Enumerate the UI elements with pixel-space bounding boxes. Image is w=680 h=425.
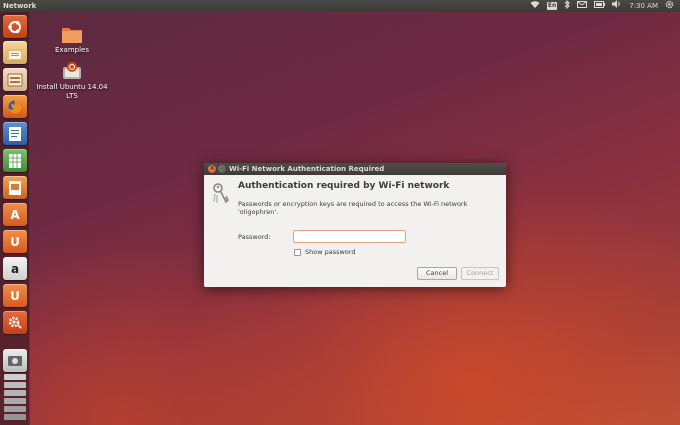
ubuntu-dash-icon[interactable] <box>3 15 27 38</box>
top-panel: Network En 7:30 AM <box>0 0 680 12</box>
dialog-heading: Authentication required by Wi-Fi network <box>238 181 450 191</box>
minimize-icon: – <box>220 164 224 172</box>
connect-button[interactable]: Connect <box>461 267 499 280</box>
software-center-icon[interactable]: A <box>3 203 27 226</box>
keyboard-layout-indicator[interactable]: En <box>546 2 558 10</box>
system-settings-icon[interactable] <box>3 311 27 334</box>
launcher-overflow-stack[interactable] <box>4 374 26 422</box>
volume-icon[interactable] <box>612 0 622 12</box>
bluetooth-icon[interactable] <box>564 0 570 13</box>
dialog-title: Wi-Fi Network Authentication Required <box>229 165 385 173</box>
file-manager-icon[interactable] <box>3 68 27 91</box>
password-keys-icon <box>213 183 230 204</box>
install-icon <box>63 62 81 79</box>
launcher: A U a U <box>0 12 30 425</box>
active-app-title: Network <box>3 2 37 10</box>
show-password-label[interactable]: Show password <box>305 248 355 256</box>
ubuntu-one-icon[interactable]: U <box>3 230 27 253</box>
files-icon[interactable] <box>3 41 27 64</box>
indicator-area: En 7:30 AM <box>530 0 674 12</box>
battery-icon[interactable] <box>594 0 606 12</box>
desktop-icon-examples[interactable]: Examples <box>32 24 112 55</box>
minimize-button[interactable]: – <box>218 164 226 173</box>
libreoffice-writer-icon[interactable] <box>3 122 27 145</box>
desktop-icon-label: Install Ubuntu 14.04 LTS <box>36 83 108 100</box>
libreoffice-impress-icon[interactable] <box>3 176 27 199</box>
folder-icon <box>62 28 82 43</box>
mail-icon[interactable] <box>577 0 588 12</box>
wifi-auth-dialog: × – Wi-Fi Network Authentication Require… <box>204 163 506 287</box>
desktop-icon-label: Examples <box>54 46 89 54</box>
password-input[interactable] <box>293 230 406 243</box>
wifi-icon[interactable] <box>530 0 540 12</box>
firefox-icon[interactable] <box>3 95 27 118</box>
dialog-message: Passwords or encryption keys are require… <box>238 200 468 216</box>
cancel-button[interactable]: Cancel <box>417 267 457 280</box>
amazon-icon[interactable]: a <box>3 257 27 280</box>
dialog-titlebar[interactable]: × – Wi-Fi Network Authentication Require… <box>204 163 506 175</box>
close-button[interactable]: × <box>208 164 216 173</box>
desktop-icon-install-ubuntu[interactable]: Install Ubuntu 14.04 LTS <box>32 61 112 101</box>
show-password-checkbox[interactable] <box>294 249 301 256</box>
libreoffice-calc-icon[interactable] <box>3 149 27 172</box>
password-label: Password: <box>238 233 271 241</box>
ubuntu-one-music-icon[interactable]: U <box>3 284 27 307</box>
clock[interactable]: 7:30 AM <box>629 0 658 12</box>
gear-icon[interactable] <box>665 0 674 13</box>
close-icon: × <box>209 164 215 172</box>
installer-icon[interactable] <box>3 349 27 372</box>
